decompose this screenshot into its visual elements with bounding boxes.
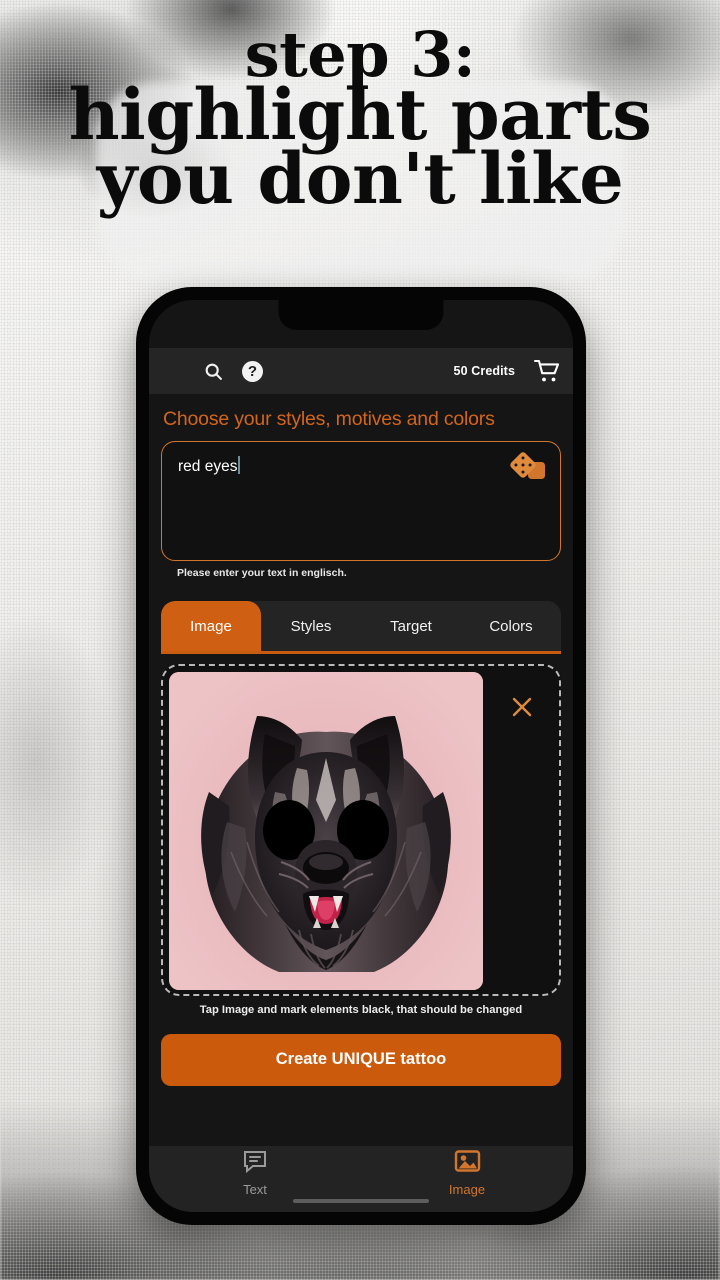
tab-colors-label: Colors xyxy=(489,617,533,635)
create-tattoo-button[interactable]: Create UNIQUE tattoo xyxy=(161,1033,561,1086)
shopping-cart-icon[interactable] xyxy=(533,358,561,384)
poster: step 3: highlight parts you don't like ? xyxy=(0,0,720,1280)
tab-colors[interactable]: Colors xyxy=(461,601,561,651)
prompt-input[interactable]: red eyes xyxy=(161,441,561,561)
uploaded-image-thumbnail[interactable] xyxy=(169,671,483,990)
dice-icon[interactable] xyxy=(508,451,548,485)
bottom-nav-item-text-label: Text xyxy=(243,1182,267,1197)
tab-styles-label: Styles xyxy=(290,617,332,635)
wolf-tattoo-art xyxy=(201,715,451,972)
prompt-field-wrap: red eyes Please enter your text in engli… xyxy=(149,441,573,579)
bottom-nav-item-image-label: Image xyxy=(448,1182,486,1197)
app-bar: ? 50 Credits xyxy=(149,348,573,394)
tab-styles[interactable]: Styles xyxy=(261,601,361,651)
image-dropzone[interactable] xyxy=(161,663,561,996)
phone-notch xyxy=(278,300,444,330)
hamburger-icon[interactable] xyxy=(163,363,185,379)
help-circle-icon[interactable]: ? xyxy=(242,360,263,382)
image-icon xyxy=(454,1149,481,1178)
credits-label: 50 Credits xyxy=(453,364,515,378)
app-content: Choose your styles, motives and colors r… xyxy=(149,394,573,1212)
tab-target-label: Target xyxy=(390,617,432,635)
tab-image-label: Image xyxy=(190,617,232,635)
search-icon[interactable] xyxy=(203,361,224,382)
chat-bubble-icon xyxy=(242,1149,268,1178)
cta-wrap: Create UNIQUE tattoo xyxy=(149,1016,573,1086)
prompt-input-hint: Please enter your text in englisch. xyxy=(177,567,347,579)
tab-target[interactable]: Target xyxy=(361,601,461,651)
tab-image[interactable]: Image xyxy=(161,601,261,651)
tab-bar-wrap: Image Styles Target Colors xyxy=(149,601,573,654)
phone-screen: ? 50 Credits Choose your styles, motives… xyxy=(149,300,573,1212)
poster-headline: step 3: highlight parts you don't like xyxy=(0,23,720,282)
image-icon-svg xyxy=(454,1150,480,1172)
phone-mockup: ? 50 Credits Choose your styles, motives… xyxy=(136,287,586,1225)
close-x-icon[interactable] xyxy=(511,696,533,718)
home-indicator xyxy=(293,1199,429,1203)
text-caret xyxy=(238,456,241,474)
dropzone-caption: Tap Image and mark elements black, that … xyxy=(199,1003,523,1016)
dropzone-wrap: Tap Image and mark elements black, that … xyxy=(149,654,573,1016)
tab-bar: Image Styles Target Colors xyxy=(161,601,561,651)
headline-line-3: you don't like xyxy=(96,137,624,221)
section-title: Choose your styles, motives and colors xyxy=(163,408,495,430)
prompt-input-value: red eyes xyxy=(178,458,238,475)
